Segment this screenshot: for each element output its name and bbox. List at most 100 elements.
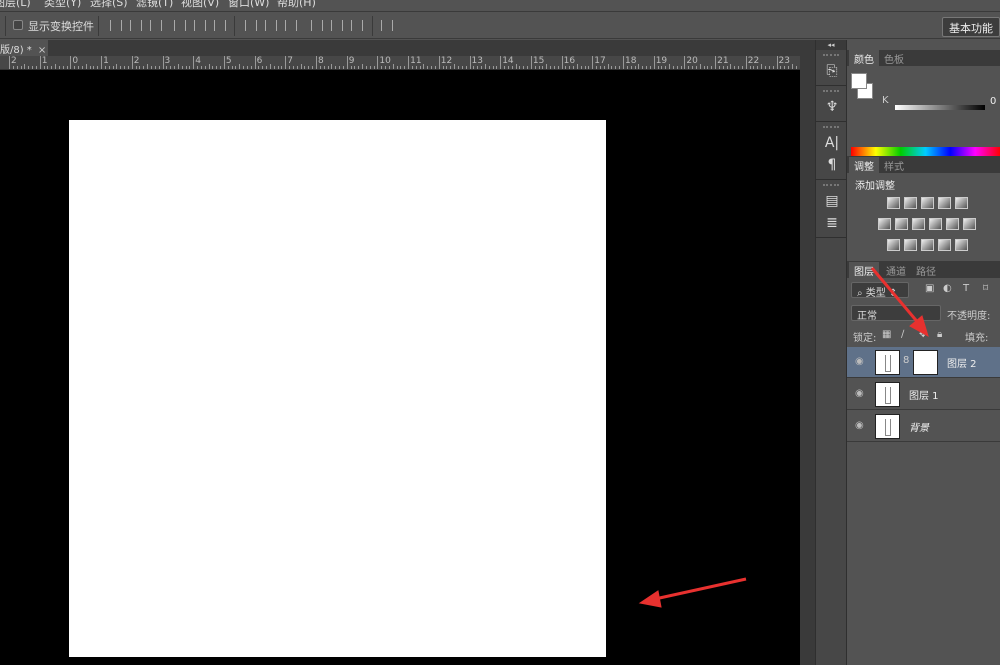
ruler-minor-tick xyxy=(189,66,191,69)
posterize-icon[interactable] xyxy=(904,239,917,251)
lock-all-icon[interactable]: 🔒︎ xyxy=(937,329,942,340)
ruler-minor-tick xyxy=(768,66,770,69)
link-icon[interactable]: 8 xyxy=(903,355,909,366)
k-slider[interactable] xyxy=(895,105,985,110)
close-icon[interactable]: × xyxy=(38,45,46,56)
tab-channels[interactable]: 通道 xyxy=(881,262,911,278)
lock-transparent-icon[interactable]: ▦ xyxy=(882,329,891,340)
distribute-vcenter-icon[interactable] xyxy=(265,20,277,31)
distribute-right-icon[interactable] xyxy=(351,20,363,31)
ruler-minor-tick xyxy=(296,66,298,69)
tool-presets-icon[interactable]: ♆ xyxy=(816,96,848,118)
exposure-icon[interactable] xyxy=(938,197,951,209)
threshold-icon[interactable] xyxy=(921,239,934,251)
tab-adjustments[interactable]: 调整 xyxy=(849,157,879,173)
ruler-minor-tick xyxy=(335,66,337,69)
adjustment-row xyxy=(887,239,968,251)
history-icon[interactable]: ⎘ xyxy=(816,60,848,82)
auto-align-icon[interactable] xyxy=(381,20,393,31)
character-icon[interactable]: A| xyxy=(816,132,848,154)
distribute-bottom-icon[interactable] xyxy=(285,20,297,31)
layer-row[interactable]: ◉ 8 图层 2 xyxy=(847,347,1000,378)
color-lookup-icon[interactable] xyxy=(963,218,976,230)
show-transform-checkbox[interactable] xyxy=(13,20,23,30)
menu-type[interactable]: 类型(Y) xyxy=(44,0,81,10)
mask-thumbnail[interactable] xyxy=(913,350,938,375)
menu-layer[interactable]: 图层(L) xyxy=(0,0,31,10)
layer-thumbnail xyxy=(875,350,900,375)
tab-layers[interactable]: 图层 xyxy=(849,262,879,278)
distribute-hcenter-icon[interactable] xyxy=(331,20,343,31)
workspace-button[interactable]: 基本功能 xyxy=(942,17,1000,37)
tab-swatches[interactable]: 色板 xyxy=(879,50,909,66)
menu-filter[interactable]: 滤镜(T) xyxy=(136,0,173,10)
filter-pixel-icon[interactable]: ▣ xyxy=(925,283,934,294)
filter-type-icon[interactable]: T xyxy=(963,283,969,294)
channel-mixer-icon[interactable] xyxy=(946,218,959,230)
layer-filter-select[interactable]: ⌕ 类型 ⇕ xyxy=(851,282,909,299)
gradient-map-icon[interactable] xyxy=(955,239,968,251)
menu-select[interactable]: 选择(S) xyxy=(90,0,128,10)
adjustment-row xyxy=(887,197,968,209)
lock-image-icon[interactable]: ∕ xyxy=(901,329,904,340)
canvas-area[interactable] xyxy=(0,70,800,665)
layer-row[interactable]: ◉ 图层 1 xyxy=(847,379,1000,410)
black-white-icon[interactable] xyxy=(912,218,925,230)
menu-view[interactable]: 视图(V) xyxy=(181,0,219,10)
ruler-label: 1 xyxy=(41,56,48,66)
distribute-top-icon[interactable] xyxy=(245,20,257,31)
ruler-tick xyxy=(254,56,256,69)
ruler-minor-tick xyxy=(312,66,314,69)
ruler-minor-tick xyxy=(327,66,329,69)
ruler-minor-tick xyxy=(707,66,709,69)
ruler-label: 9 xyxy=(348,56,355,66)
distribute-left-icon[interactable] xyxy=(311,20,323,31)
ruler-minor-tick xyxy=(488,66,490,69)
brightness-icon[interactable] xyxy=(887,197,900,209)
ruler-minor-tick xyxy=(492,66,494,69)
ruler-minor-tick xyxy=(273,66,275,69)
menu-help[interactable]: 帮助(H) xyxy=(277,0,316,10)
blend-mode-select[interactable]: 正常 xyxy=(851,305,941,322)
foreground-color-swatch[interactable] xyxy=(851,73,867,89)
selective-color-icon[interactable] xyxy=(938,239,951,251)
align-top-icon[interactable] xyxy=(110,20,122,31)
eye-icon[interactable]: ◉ xyxy=(855,356,864,367)
photo-filter-icon[interactable] xyxy=(929,218,942,230)
menu-window[interactable]: 窗口(W) xyxy=(228,0,269,10)
notes-icon[interactable]: ≣ xyxy=(816,212,848,234)
ruler-label: 15 xyxy=(532,56,545,66)
tab-color[interactable]: 颜色 xyxy=(849,50,879,66)
align-bottom-icon[interactable] xyxy=(150,20,162,31)
collapse-icon[interactable]: ◂◂ xyxy=(816,40,846,50)
eye-icon[interactable]: ◉ xyxy=(855,420,864,431)
k-value[interactable]: 0 xyxy=(990,96,996,107)
vibrance-icon[interactable] xyxy=(955,197,968,209)
document-canvas[interactable] xyxy=(69,120,606,657)
ruler-label: 13 xyxy=(471,56,483,66)
layer-row[interactable]: ◉ 背景 xyxy=(847,411,1000,442)
align-right-icon[interactable] xyxy=(214,20,226,31)
filter-shape-icon[interactable]: ⌑ xyxy=(983,283,988,294)
tab-paths[interactable]: 路径 xyxy=(911,262,941,278)
lock-position-icon[interactable]: ✥ xyxy=(919,329,927,340)
align-left-icon[interactable] xyxy=(174,20,186,31)
ruler-minor-tick xyxy=(672,66,674,69)
align-vcenter-icon[interactable] xyxy=(130,20,142,31)
ruler-minor-tick xyxy=(388,66,390,69)
color-balance-icon[interactable] xyxy=(895,218,908,230)
tab-styles[interactable]: 样式 xyxy=(879,157,909,173)
paragraph-icon[interactable]: ¶ xyxy=(816,154,848,176)
document-tab[interactable]: 版/8) * × xyxy=(0,40,48,56)
eye-icon[interactable]: ◉ xyxy=(855,388,864,399)
align-hcenter-icon[interactable] xyxy=(194,20,206,31)
ruler-minor-tick xyxy=(788,66,789,69)
filter-adjustment-icon[interactable]: ◐ xyxy=(943,283,952,294)
layer-comps-icon[interactable]: ▤ xyxy=(816,190,848,212)
levels-icon[interactable] xyxy=(904,197,917,209)
vertical-scrollbar[interactable] xyxy=(800,56,815,665)
hue-saturation-icon[interactable] xyxy=(878,218,891,230)
ruler-minor-tick xyxy=(431,66,433,69)
invert-icon[interactable] xyxy=(887,239,900,251)
curves-icon[interactable] xyxy=(921,197,934,209)
